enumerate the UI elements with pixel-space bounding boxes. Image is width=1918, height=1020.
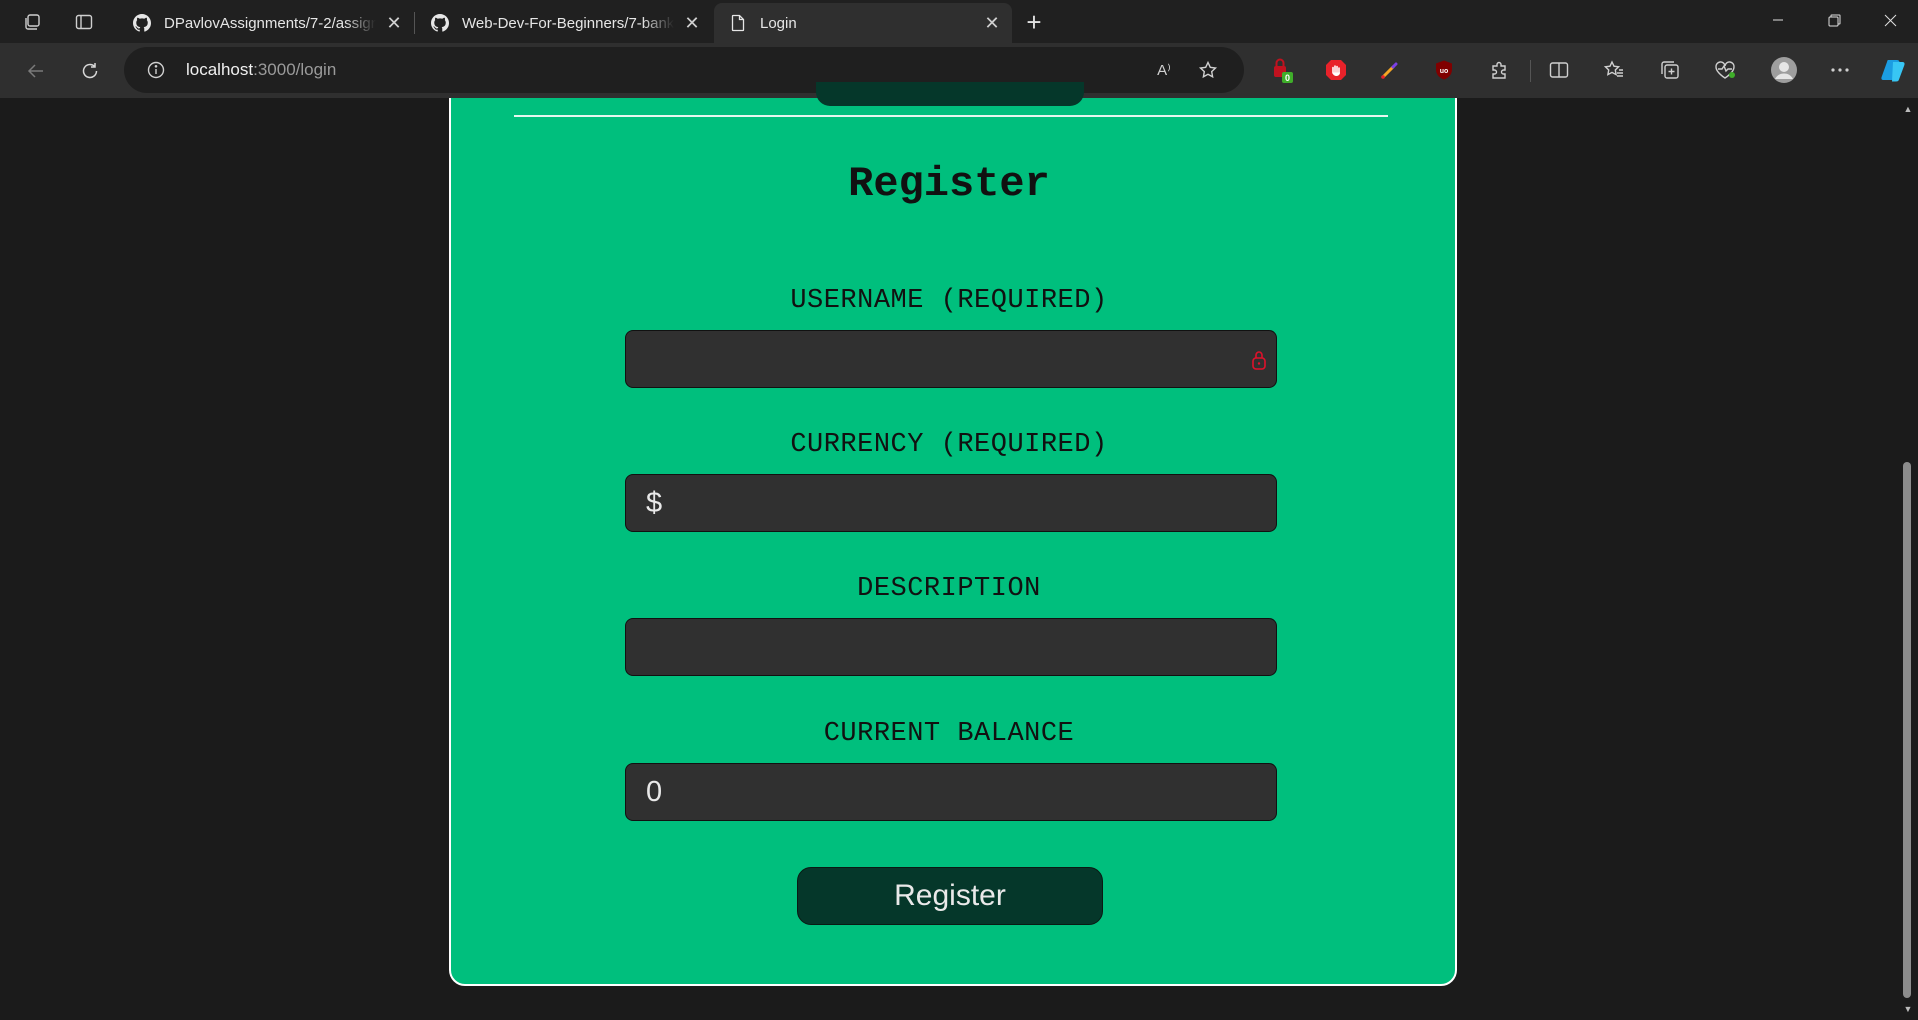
close-icon[interactable]: ✕ <box>980 11 1004 35</box>
workspaces-icon[interactable] <box>18 8 46 36</box>
collections-icon[interactable] <box>1656 56 1684 84</box>
back-icon[interactable] <box>20 55 52 87</box>
svg-text:uo: uo <box>1440 68 1449 75</box>
tab-label: Login <box>760 14 797 32</box>
register-button[interactable]: Register <box>797 867 1103 925</box>
github-icon <box>132 13 152 33</box>
close-icon[interactable]: ✕ <box>680 11 704 35</box>
scroll-up-arrow-icon[interactable]: ▲ <box>1903 104 1913 114</box>
close-icon[interactable]: ✕ <box>382 11 406 35</box>
new-tab-button[interactable]: + <box>1018 6 1050 38</box>
ublock-origin-icon[interactable]: uo <box>1430 56 1458 84</box>
tab-github-assignments[interactable]: DPavlovAssignments/7-2/assignm ✕ <box>118 3 414 43</box>
refresh-icon[interactable] <box>74 55 106 87</box>
current-balance-label: CURRENT BALANCE <box>823 719 1075 749</box>
lock-extension-icon[interactable]: 0 <box>1268 56 1296 84</box>
tab-divider <box>414 12 415 34</box>
browser-essentials-icon[interactable] <box>1711 56 1739 84</box>
split-screen-icon[interactable] <box>1545 56 1573 84</box>
tab-strip: DPavlovAssignments/7-2/assignm ✕ Web-Dev… <box>0 0 1918 43</box>
currency-label: CURRENCY (REQUIRED) <box>790 430 1108 460</box>
read-aloud-icon[interactable]: A⁾ <box>1150 58 1178 82</box>
url-host: localhost <box>186 60 254 79</box>
register-heading: Register <box>848 160 1050 208</box>
adblock-hand-icon[interactable] <box>1322 56 1350 84</box>
tab-github-webdev[interactable]: Web-Dev-For-Beginners/7-bank- ✕ <box>416 3 712 43</box>
tab-login[interactable]: Login ✕ <box>714 3 1012 43</box>
register-card <box>449 98 1457 986</box>
scrollbar-thumb[interactable] <box>1903 462 1911 998</box>
profile-avatar-icon[interactable] <box>1770 56 1798 84</box>
more-menu-icon[interactable] <box>1826 56 1854 84</box>
scroll-down-arrow-icon[interactable]: ▼ <box>1903 1004 1913 1014</box>
page-icon <box>728 13 748 33</box>
url-path: :3000/login <box>253 60 337 79</box>
toolbar-divider <box>1530 60 1531 82</box>
restore-icon[interactable] <box>1806 0 1862 40</box>
color-picker-icon[interactable] <box>1376 56 1404 84</box>
extensions-puzzle-icon[interactable] <box>1486 56 1514 84</box>
copilot-icon[interactable] <box>1879 56 1907 84</box>
extension-badge-count: 0 <box>1285 73 1290 83</box>
url-text[interactable]: localhost:3000/login <box>186 60 336 80</box>
close-window-icon[interactable] <box>1862 0 1918 40</box>
username-input[interactable] <box>625 330 1277 388</box>
description-input[interactable] <box>625 618 1277 676</box>
tab-label: Web-Dev-For-Beginners/7-bank- <box>462 14 674 32</box>
page-scrollbar[interactable]: ▲ ▼ <box>1898 98 1918 1020</box>
password-manager-lock-icon[interactable] <box>1249 348 1269 372</box>
site-info-icon[interactable] <box>144 58 168 82</box>
favorite-star-icon[interactable] <box>1194 58 1222 82</box>
github-icon <box>430 13 450 33</box>
username-label: USERNAME (REQUIRED) <box>790 286 1108 316</box>
current-balance-input[interactable] <box>625 763 1277 821</box>
description-label: DESCRIPTION <box>857 574 1041 604</box>
minimize-icon[interactable] <box>1750 0 1806 40</box>
section-divider <box>514 115 1388 117</box>
currency-input[interactable] <box>625 474 1277 532</box>
tab-actions-icon[interactable] <box>70 8 98 36</box>
tab-label: DPavlovAssignments/7-2/assignm <box>164 14 376 32</box>
login-button-partial[interactable] <box>816 82 1084 106</box>
favorites-icon[interactable] <box>1600 56 1628 84</box>
